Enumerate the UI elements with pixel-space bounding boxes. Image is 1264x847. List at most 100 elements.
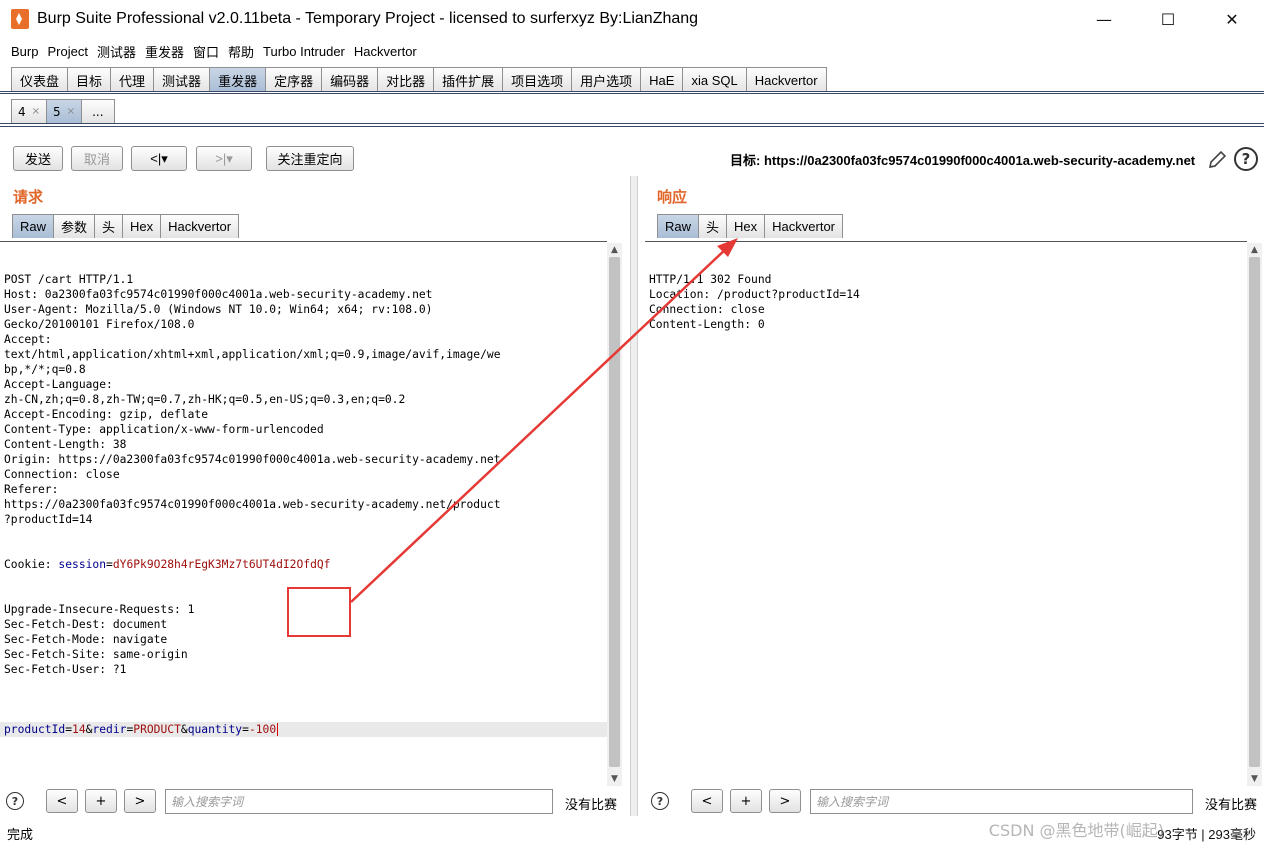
request-tab-hackvertor[interactable]: Hackvertor (160, 214, 240, 238)
new-tab-button[interactable]: ... (81, 99, 115, 123)
request-editor[interactable]: POST /cart HTTP/1.1 Host: 0a2300fa03fc957… (0, 241, 607, 786)
editor-line: Origin: https://0a2300fa03fc9574c01990f0… (4, 453, 501, 466)
editor-line: Sec-Fetch-User: ?1 (4, 663, 127, 676)
editor-line: Accept-Encoding: gzip, deflate (4, 408, 209, 421)
tab-intruder[interactable]: 测试器 (153, 67, 211, 92)
burp-logo-icon (11, 9, 29, 29)
subtab-separator (0, 123, 1264, 127)
response-tab-raw[interactable]: Raw (657, 214, 700, 238)
response-stats: 93字节 | 293毫秒 (1157, 827, 1256, 842)
response-editor[interactable]: HTTP/1.1 302 Found Location: /product?pro… (645, 241, 1247, 786)
editor-line: POST /cart HTTP/1.1 (4, 273, 134, 286)
response-tab-hackvertor[interactable]: Hackvertor (764, 214, 844, 238)
pencil-icon[interactable] (1206, 149, 1228, 171)
search-prev-button[interactable]: < (46, 789, 78, 813)
editor-line: Content-Length: 0 (649, 318, 765, 331)
menu-help[interactable]: 帮助 (228, 42, 254, 61)
param-value: 14 (72, 723, 86, 736)
tab-decoder[interactable]: 编码器 (321, 67, 379, 92)
cookie-eq: = (106, 558, 113, 571)
tab-xia-sql[interactable]: xia SQL (682, 67, 747, 92)
help-icon[interactable]: ? (1234, 147, 1258, 171)
editor-line: Content-Length: 38 (4, 438, 127, 451)
scroll-down-icon[interactable]: ▼ (1247, 772, 1262, 786)
scroll-up-icon[interactable]: ▲ (607, 243, 622, 257)
cookie-name: session (58, 558, 107, 571)
response-tab-headers[interactable]: 头 (698, 214, 728, 238)
repeater-tab-4[interactable]: 4 × (11, 99, 48, 123)
help-icon[interactable]: ? (6, 792, 24, 810)
editor-line: Location: /product?productId=14 (649, 288, 860, 301)
param-name: quantity (187, 723, 243, 736)
editor-line: Gecko/20100101 Firefox/108.0 (4, 318, 195, 331)
editor-line: HTTP/1.1 302 Found (649, 273, 772, 286)
scroll-thumb[interactable] (609, 257, 620, 767)
quantity-value: -100 (248, 723, 277, 736)
tab-project-options[interactable]: 项目选项 (502, 67, 573, 92)
help-icon[interactable]: ? (651, 792, 669, 810)
tab-hackvertor[interactable]: Hackvertor (745, 67, 827, 92)
new-tab-label: ... (92, 104, 104, 119)
close-tab-icon[interactable]: × (32, 106, 40, 117)
tab-hae[interactable]: HaE (640, 67, 684, 92)
tab-repeater[interactable]: 重发器 (209, 67, 267, 92)
scroll-down-icon[interactable]: ▼ (607, 772, 622, 786)
menu-repeater[interactable]: 重发器 (145, 42, 184, 61)
close-button[interactable]: ✕ (1200, 0, 1264, 38)
search-next-button[interactable]: > (124, 789, 156, 813)
tab-proxy[interactable]: 代理 (110, 67, 155, 92)
tab-comparer[interactable]: 对比器 (377, 67, 435, 92)
search-options-button[interactable]: + (730, 789, 762, 813)
menu-window[interactable]: 窗口 (193, 42, 219, 61)
editor-line: ?productId=14 (4, 513, 93, 526)
menu-hackvertor[interactable]: Hackvertor (354, 44, 417, 59)
request-tab-headers[interactable]: 头 (94, 214, 124, 238)
response-title: 响应 (657, 189, 688, 206)
menu-project[interactable]: Project (47, 44, 87, 59)
menu-turbo-intruder[interactable]: Turbo Intruder (263, 44, 345, 59)
repeater-tab-label: 4 (18, 104, 26, 119)
search-options-button[interactable]: + (85, 789, 117, 813)
editor-line: text/html,application/xhtml+xml,applicat… (4, 348, 501, 361)
follow-redirect-button[interactable]: 关注重定向 (266, 146, 354, 171)
request-scrollbar[interactable]: ▲ ▼ (607, 243, 622, 786)
minimize-button[interactable]: — (1072, 0, 1136, 38)
request-body-line[interactable]: productId=14&redir=PRODUCT&quantity=-100 (0, 722, 607, 737)
request-view-tabs: Raw 参数 头 Hex Hackvertor (12, 214, 240, 238)
menu-bar: Burp Project 测试器 重发器 窗口 帮助 Turbo Intrude… (0, 40, 1264, 62)
search-prev-button[interactable]: < (691, 789, 723, 813)
menu-burp[interactable]: Burp (11, 44, 38, 59)
response-tab-hex[interactable]: Hex (726, 214, 766, 238)
cancel-button[interactable]: 取消 (71, 146, 123, 171)
request-match-count: 没有比赛 (565, 797, 618, 812)
tab-sequencer[interactable]: 定序器 (265, 67, 323, 92)
request-tab-params[interactable]: 参数 (53, 214, 96, 238)
search-next-button[interactable]: > (769, 789, 801, 813)
split-divider[interactable] (630, 176, 638, 816)
request-search-input[interactable]: 输入搜索字词 (165, 789, 553, 814)
request-tab-hex[interactable]: Hex (122, 214, 162, 238)
editor-line: Connection: close (649, 303, 765, 316)
scroll-thumb[interactable] (1249, 257, 1260, 767)
send-button[interactable]: 发送 (13, 146, 63, 171)
menu-intruder[interactable]: 测试器 (97, 42, 136, 61)
tab-extender[interactable]: 插件扩展 (433, 67, 504, 92)
forward-button[interactable]: >|▾ (196, 146, 252, 171)
repeater-tab-5[interactable]: 5 × (46, 99, 83, 123)
editor-line: Referer: (4, 483, 59, 496)
tab-target[interactable]: 目标 (67, 67, 112, 92)
tab-separator (0, 91, 1264, 94)
back-button[interactable]: <|▾ (131, 146, 187, 171)
close-tab-icon[interactable]: × (67, 106, 75, 117)
tab-dashboard[interactable]: 仪表盘 (11, 67, 69, 92)
response-search-input[interactable]: 输入搜索字词 (810, 789, 1193, 814)
editor-line: Content-Type: application/x-www-form-url… (4, 423, 324, 436)
maximize-button[interactable]: ☐ (1136, 0, 1200, 38)
scroll-up-icon[interactable]: ▲ (1247, 243, 1262, 257)
cookie-line: Cookie: session=dY6Pk9O28h4rEgK3Mz7t6UT4… (0, 557, 607, 572)
request-tab-raw[interactable]: Raw (12, 214, 55, 238)
cookie-label: Cookie: (4, 558, 59, 571)
watermark: CSDN @黑色地带(崛起) (988, 821, 1164, 840)
tab-user-options[interactable]: 用户选项 (571, 67, 642, 92)
response-scrollbar[interactable]: ▲ ▼ (1247, 243, 1262, 786)
